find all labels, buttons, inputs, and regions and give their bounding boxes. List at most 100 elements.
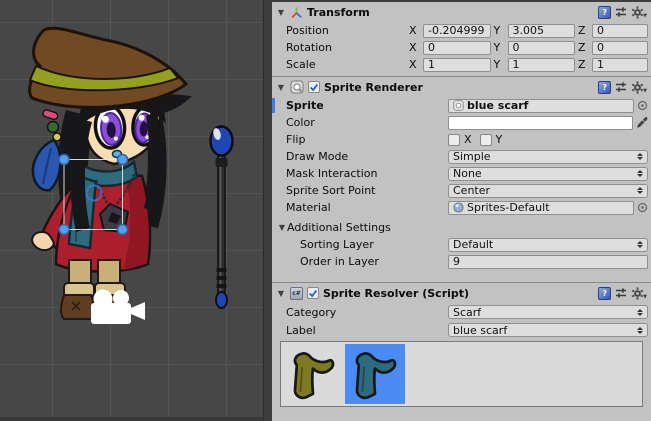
- sprite-sort-point-dropdown[interactable]: Center: [448, 184, 648, 198]
- object-picker-icon[interactable]: [637, 100, 648, 111]
- eyedropper-icon[interactable]: [636, 116, 648, 129]
- rotation-x-field[interactable]: 0: [423, 41, 491, 55]
- material-object-field[interactable]: Sprites-Default: [448, 201, 634, 215]
- scale-y-field[interactable]: 1: [508, 58, 576, 72]
- dropdown-arrows-icon: [637, 170, 643, 177]
- axis-y-label: Y: [494, 41, 505, 54]
- additional-settings-row[interactable]: ▼ Additional Settings: [272, 219, 651, 236]
- flip-x-checkbox[interactable]: [448, 134, 460, 146]
- gear-icon[interactable]: ▼: [631, 81, 647, 94]
- help-icon[interactable]: ?: [598, 81, 611, 94]
- inspector-panel: ▼ Transform ? ▼ Position X -0.204999 Y 3…: [272, 0, 651, 421]
- csharp-script-icon: c#: [290, 287, 303, 300]
- order-in-layer-row: Order in Layer 9: [272, 253, 651, 270]
- sprite-object-field[interactable]: blue scarf: [448, 99, 634, 113]
- transform-header[interactable]: ▼ Transform ? ▼: [272, 2, 651, 22]
- component-title: Sprite Renderer: [324, 81, 423, 94]
- label-label: Label: [286, 324, 448, 337]
- rotation-y-field[interactable]: 0: [508, 41, 576, 55]
- gear-icon[interactable]: ▼: [631, 6, 647, 19]
- material-row: Material Sprites-Default: [272, 199, 651, 216]
- help-icon[interactable]: ?: [598, 6, 611, 19]
- foldout-icon[interactable]: ▼: [277, 223, 287, 232]
- draw-mode-label: Draw Mode: [286, 150, 448, 163]
- rotation-z-field[interactable]: 0: [592, 41, 648, 55]
- enabled-checkbox[interactable]: [308, 81, 320, 93]
- category-dropdown[interactable]: Scarf: [448, 305, 648, 319]
- axis-z-label: Z: [578, 41, 589, 54]
- sprite-renderer-component: ▼ Sprite Renderer ? ▼ Sprite blue scarf: [272, 77, 651, 283]
- order-in-layer-field[interactable]: 9: [448, 255, 648, 269]
- sprite-row: Sprite blue scarf: [272, 97, 651, 114]
- draw-mode-dropdown[interactable]: Simple: [448, 150, 648, 164]
- sprite-renderer-header[interactable]: ▼ Sprite Renderer ? ▼: [272, 77, 651, 97]
- blue-scarf-sprite: [348, 347, 402, 401]
- green-scarf-sprite: [286, 347, 340, 401]
- axis-y-label: Y: [494, 24, 505, 37]
- color-label: Color: [286, 116, 448, 129]
- scale-row: Scale X 1 Y 1 Z 1: [272, 56, 651, 73]
- sprite-resolver-header[interactable]: ▼ c# Sprite Resolver (Script) ? ▼: [272, 283, 651, 303]
- sorting-layer-dropdown[interactable]: Default: [448, 238, 648, 252]
- gear-icon[interactable]: ▼: [631, 287, 647, 300]
- character-sprite[interactable]: [30, 28, 192, 319]
- draw-mode-row: Draw Mode Simple: [272, 148, 651, 165]
- object-picker-icon[interactable]: [637, 202, 648, 213]
- transform-component: ▼ Transform ? ▼ Position X -0.204999 Y 3…: [272, 2, 651, 77]
- green-scarf-thumbnail[interactable]: [283, 344, 343, 404]
- dropdown-arrows-icon: [637, 187, 643, 194]
- material-sphere-icon: [453, 202, 464, 213]
- label-dropdown[interactable]: blue scarf: [448, 323, 648, 337]
- position-y-field[interactable]: 3.005: [508, 24, 576, 38]
- rotation-label: Rotation: [286, 41, 409, 54]
- dropdown-arrows-icon: [637, 241, 643, 248]
- scene-view[interactable]: [0, 0, 263, 421]
- scene-bottom-edge: [0, 417, 263, 421]
- sprite-sort-point-row: Sprite Sort Point Center: [272, 182, 651, 199]
- flip-x-label: X: [464, 133, 472, 146]
- scale-x-field[interactable]: 1: [423, 58, 491, 72]
- category-label: Category: [286, 306, 448, 319]
- sprite-icon: [453, 100, 464, 111]
- blue-scarf-thumbnail[interactable]: [345, 344, 405, 404]
- position-x-field[interactable]: -0.204999: [423, 24, 491, 38]
- position-z-field[interactable]: 0: [592, 24, 648, 38]
- presets-icon[interactable]: [615, 81, 627, 93]
- axis-z-label: Z: [578, 58, 589, 71]
- additional-settings-label: Additional Settings: [287, 221, 391, 234]
- help-icon[interactable]: ?: [598, 287, 611, 300]
- color-swatch[interactable]: [448, 116, 633, 130]
- sorting-layer-label: Sorting Layer: [286, 238, 448, 251]
- axis-y-label: Y: [494, 58, 505, 71]
- sorting-layer-row: Sorting Layer Default: [272, 236, 651, 253]
- dropdown-arrows-icon: [637, 309, 643, 316]
- flip-y-label: Y: [496, 133, 503, 146]
- label-row: Label blue scarf: [272, 321, 651, 339]
- camera-gizmo: [91, 290, 145, 325]
- axis-z-label: Z: [578, 24, 589, 37]
- foldout-icon[interactable]: ▼: [276, 83, 286, 92]
- panel-splitter[interactable]: [263, 0, 272, 421]
- presets-icon[interactable]: [615, 287, 627, 299]
- sprite-label: Sprite: [286, 99, 448, 112]
- prefab-override-bar: [272, 98, 275, 113]
- scale-z-field[interactable]: 1: [592, 58, 648, 72]
- flip-y-checkbox[interactable]: [480, 134, 492, 146]
- dropdown-arrows-icon: [637, 327, 643, 334]
- presets-icon[interactable]: [615, 6, 627, 18]
- mask-interaction-dropdown[interactable]: None: [448, 167, 648, 181]
- staff-sprite[interactable]: [211, 127, 233, 309]
- rotation-row: Rotation X 0 Y 0 Z 0: [272, 39, 651, 56]
- foldout-icon[interactable]: ▼: [276, 8, 286, 17]
- component-title: Sprite Resolver (Script): [323, 287, 469, 300]
- mask-interaction-label: Mask Interaction: [286, 167, 448, 180]
- foldout-icon[interactable]: ▼: [276, 289, 286, 298]
- axis-x-label: X: [409, 24, 420, 37]
- transform-tool-icon: [290, 6, 303, 19]
- position-row: Position X -0.204999 Y 3.005 Z 0: [272, 22, 651, 39]
- axis-x-label: X: [409, 58, 420, 71]
- color-row: Color: [272, 114, 651, 131]
- enabled-checkbox[interactable]: [307, 287, 319, 299]
- scene-canvas[interactable]: [0, 0, 263, 421]
- component-title: Transform: [307, 6, 370, 19]
